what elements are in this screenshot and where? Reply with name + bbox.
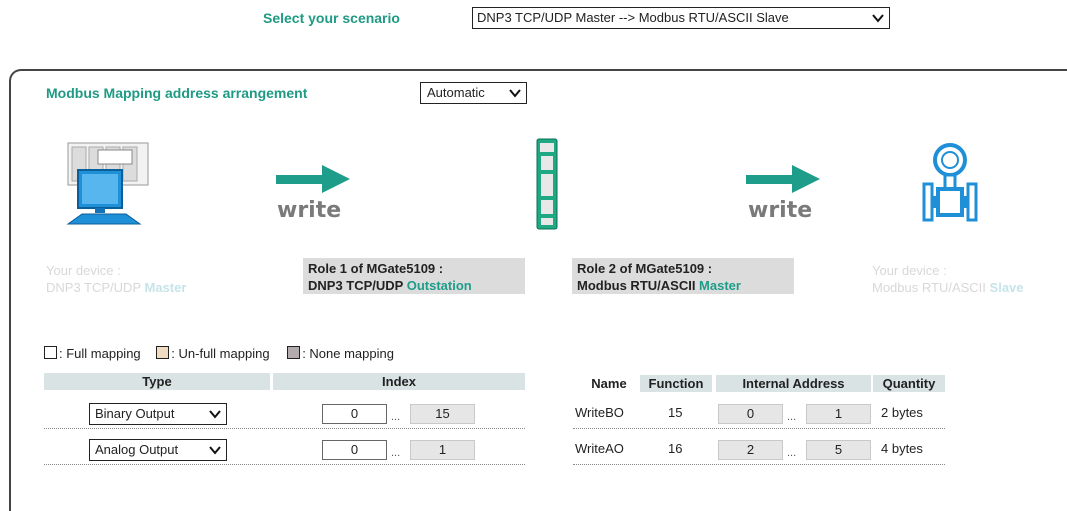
arrow-right-icon — [276, 165, 350, 193]
scenario-select-wrap[interactable]: DNP3 TCP/UDP Master --> Modbus RTU/ASCII… — [472, 7, 890, 29]
header-index: Index — [273, 373, 525, 390]
left-device-line2: DNP3 TCP/UDP Master — [46, 280, 187, 295]
header-quantity: Quantity — [873, 375, 945, 392]
mapping-name: WriteBO — [575, 405, 624, 420]
mapping-name: WriteAO — [575, 441, 624, 456]
arrow-right-icon — [746, 165, 820, 193]
mapping-arrangement-label: Modbus Mapping address arrangement — [46, 85, 308, 101]
row-divider — [573, 428, 945, 429]
index-start-input[interactable]: 0 — [322, 440, 387, 460]
role2-box: Role 2 of MGate5109 : Modbus RTU/ASCII M… — [572, 258, 794, 294]
header-function: Function — [640, 375, 712, 392]
legend-none-label: : None mapping — [302, 346, 394, 361]
legend-full-label: : Full mapping — [59, 346, 141, 361]
mapping-function: 16 — [668, 441, 683, 456]
address-start-field: 2 — [718, 440, 783, 460]
type-select-value: Analog Output — [95, 442, 179, 457]
range-ellipsis: ... — [787, 447, 797, 459]
index-end-field: 1 — [410, 440, 475, 460]
mapping-quantity: 2 bytes — [881, 405, 923, 420]
scenario-select-value: DNP3 TCP/UDP Master --> Modbus RTU/ASCII… — [477, 10, 789, 25]
type-select-box[interactable]: Analog Output — [89, 439, 227, 461]
range-ellipsis: ... — [787, 411, 797, 423]
header-internal-address: Internal Address — [716, 375, 871, 392]
header-type: Type — [44, 373, 270, 390]
legend-full-swatch — [44, 346, 57, 359]
legend-unfull-label: : Un-full mapping — [171, 346, 270, 361]
mapping-arrangement-select[interactable]: Automatic — [420, 82, 527, 104]
range-ellipsis: ... — [391, 447, 401, 459]
left-device-label: Your device : DNP3 TCP/UDP Master — [46, 262, 186, 296]
legend-unfull-swatch — [156, 346, 170, 359]
index-start-input[interactable]: 0 — [322, 404, 387, 424]
mapping-arrangement-value: Automatic — [427, 85, 485, 100]
right-device-line2: Modbus RTU/ASCII Slave — [872, 280, 1024, 295]
write-label-right: write — [748, 198, 813, 223]
role2-line2: Modbus RTU/ASCII Master — [577, 278, 741, 293]
row-divider — [573, 464, 945, 465]
mapping-arrangement-select-wrap[interactable]: Automatic — [420, 82, 527, 104]
role2-line1: Role 2 of MGate5109 : — [577, 261, 713, 276]
mgate-device-icon — [536, 138, 558, 230]
role1-box: Role 1 of MGate5109 : DNP3 TCP/UDP Outst… — [303, 258, 525, 294]
address-end-field: 5 — [806, 440, 871, 460]
legend-none-swatch — [287, 346, 301, 359]
row-divider — [44, 464, 525, 465]
flowmeter-icon — [922, 143, 978, 222]
legend: : Full mapping : Un-full mapping : None … — [44, 346, 394, 361]
role1-line2: DNP3 TCP/UDP Outstation — [308, 278, 472, 293]
scenario-select[interactable]: DNP3 TCP/UDP Master --> Modbus RTU/ASCII… — [472, 7, 890, 29]
row-divider — [44, 428, 525, 429]
address-end-field: 1 — [806, 404, 871, 424]
type-select-value: Binary Output — [95, 406, 175, 421]
right-device-label: Your device : Modbus RTU/ASCII Slave — [872, 262, 1024, 296]
index-end-field: 15 — [410, 404, 475, 424]
address-start-field: 0 — [718, 404, 783, 424]
left-device-line1: Your device : — [46, 263, 121, 278]
role1-line1: Role 1 of MGate5109 : — [308, 261, 444, 276]
scada-computer-icon — [66, 142, 149, 225]
type-select-row1[interactable]: Binary Output — [89, 403, 227, 425]
mapping-function: 15 — [668, 405, 683, 420]
type-select-box[interactable]: Binary Output — [89, 403, 227, 425]
mapping-quantity: 4 bytes — [881, 441, 923, 456]
header-name: Name — [591, 376, 627, 391]
write-label-left: write — [277, 198, 342, 223]
range-ellipsis: ... — [391, 411, 401, 423]
right-device-line1: Your device : — [872, 263, 947, 278]
type-select-row2[interactable]: Analog Output — [89, 439, 227, 461]
scenario-label: Select your scenario — [263, 10, 400, 26]
